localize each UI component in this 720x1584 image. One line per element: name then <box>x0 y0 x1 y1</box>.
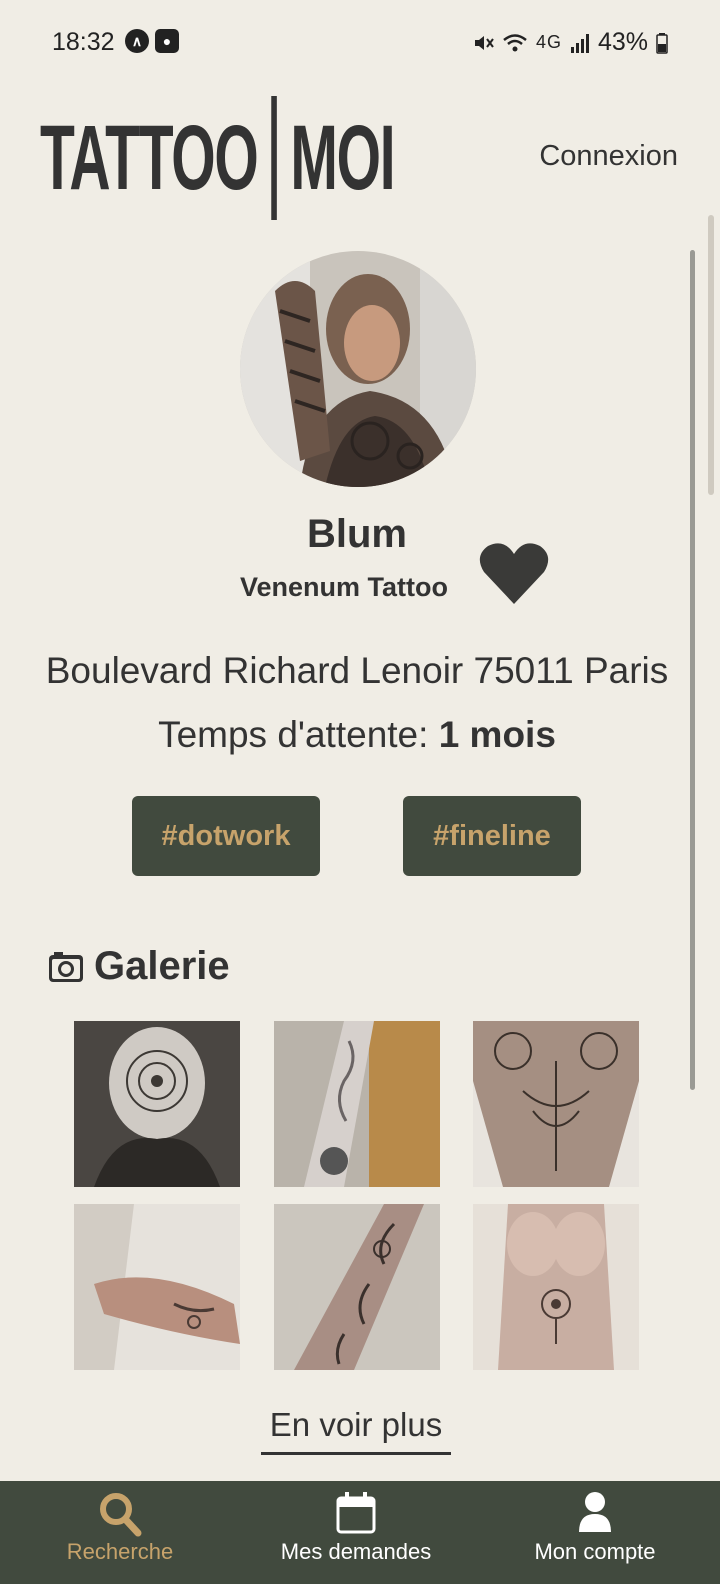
nav-account[interactable]: Mon compte <box>510 1481 680 1584</box>
gallery-image-forearm-floral[interactable] <box>274 1204 440 1370</box>
wait-time-label: Temps d'attente: <box>158 714 429 755</box>
camera-notification-icon: ● <box>155 29 179 53</box>
edge-panel-handle[interactable] <box>708 215 714 495</box>
tag-fineline[interactable]: #fineline <box>403 796 581 876</box>
user-icon <box>579 1492 611 1532</box>
status-time: 18:32 <box>52 28 115 56</box>
battery-icon <box>656 32 668 54</box>
nav-account-label: Mon compte <box>534 1539 656 1564</box>
nav-search-label: Recherche <box>66 1539 174 1564</box>
tattoo-moi-logo[interactable]: TATTOO MOI <box>40 96 396 220</box>
notification-icons: ∧ ● <box>125 29 179 53</box>
studio-name: Venenum Tattoo <box>240 572 449 602</box>
status-right: 4G 43% <box>472 28 668 57</box>
artist-name: Blum <box>307 512 407 556</box>
login-link[interactable]: Connexion <box>539 140 678 173</box>
see-more-link[interactable]: En voir plus <box>261 1406 451 1455</box>
signal-icon <box>570 33 589 53</box>
gallery-header: Galerie <box>48 944 230 989</box>
nav-requests[interactable]: Mes demandes <box>266 1481 446 1584</box>
logo-right-text: MOI <box>290 106 395 209</box>
favorite-heart-icon[interactable] <box>478 540 550 606</box>
mute-icon <box>474 35 494 50</box>
gallery-image-hand-tattoo[interactable] <box>74 1204 240 1370</box>
nav-search[interactable]: Recherche <box>40 1481 200 1584</box>
logo-left-text: TATTOO <box>40 106 259 209</box>
gallery-image-head-mandala[interactable] <box>74 1021 240 1187</box>
battery-percent: 43% <box>597 28 648 56</box>
wifi-icon <box>503 33 527 51</box>
artist-address: Boulevard Richard Lenoir 75011 Paris <box>45 650 669 691</box>
calendar-icon <box>336 1492 376 1534</box>
status-bar: 18:32 ∧ ● 4G 43% <box>0 0 720 84</box>
camera-icon <box>49 951 83 982</box>
search-icon <box>100 1493 142 1537</box>
gallery-title: Galerie <box>94 944 230 988</box>
artist-avatar <box>240 251 476 487</box>
wait-time: Temps d'attente: 1 mois <box>0 714 714 756</box>
gallery-image-arm-sleeve[interactable] <box>274 1021 440 1187</box>
wait-time-value: 1 mois <box>438 714 556 755</box>
bottom-navigation: Recherche Mes demandes Mon compte <box>0 1481 720 1584</box>
nav-requests-label: Mes demandes <box>280 1539 432 1564</box>
tag-dotwork[interactable]: #dotwork <box>132 796 320 876</box>
network-type: 4G <box>535 32 562 52</box>
gallery-image-back-ornamental[interactable] <box>473 1021 639 1187</box>
app-notification-icon: ∧ <box>125 29 149 53</box>
gallery-image-sternum-mandala[interactable] <box>473 1204 639 1370</box>
logo-separator <box>271 96 277 220</box>
